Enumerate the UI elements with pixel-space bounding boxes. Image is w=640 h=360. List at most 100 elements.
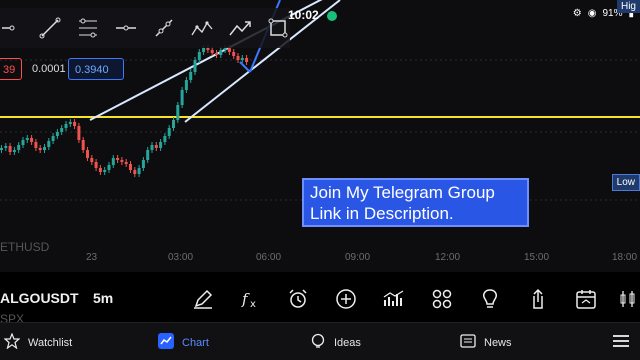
candle-body — [210, 50, 214, 53]
candle-body — [86, 150, 89, 158]
alert-clock-icon[interactable] — [285, 286, 311, 312]
elliott-wave-tool-icon[interactable] — [190, 15, 214, 41]
candle-body — [163, 136, 167, 142]
candle-body — [77, 126, 81, 140]
wifi-icon: ◉ — [587, 8, 597, 19]
candle-body — [193, 60, 197, 72]
time-axis: 23 03:00 06:00 09:00 12:00 15:00 18:00 — [0, 252, 640, 268]
calendar-replay-icon[interactable] — [573, 286, 599, 312]
news-icon — [460, 333, 476, 352]
candle-body — [21, 140, 25, 145]
symbol-name[interactable]: ALGOUSDT — [0, 290, 79, 306]
candle-body — [4, 146, 8, 148]
candle-body — [60, 128, 64, 132]
drawing-tools-icon[interactable] — [190, 286, 216, 312]
trend-line-tool-icon[interactable] — [38, 15, 62, 41]
candle-body — [215, 53, 218, 55]
candle-body — [8, 146, 12, 152]
rectangle-tool-icon[interactable] — [266, 15, 290, 41]
candle-body — [64, 124, 68, 128]
ideas-bulb-icon — [310, 333, 326, 352]
candles-settings-icon[interactable] — [616, 286, 640, 312]
interval-selector[interactable]: 5m — [93, 290, 113, 306]
candle-body — [150, 145, 154, 150]
add-plus-icon[interactable] — [333, 286, 359, 312]
status-clock: 10:02 — [288, 8, 319, 22]
svg-text:x: x — [250, 299, 256, 310]
pattern-line — [239, 61, 251, 73]
promo-line-1: Join My Telegram Group — [310, 183, 495, 202]
candle-body — [172, 120, 175, 128]
chart-area[interactable]: 10:02 ⚙ ◉ 91% ▮ 39 0.0001 0.3940 Hig Low… — [0, 0, 640, 272]
candle-body — [103, 170, 107, 172]
chart-type-icon[interactable] — [381, 286, 407, 312]
menu-button[interactable] — [612, 333, 630, 352]
svg-text:f: f — [241, 290, 250, 308]
price-label-blue[interactable]: 0.3940 — [68, 58, 124, 80]
time-tick: 09:00 — [345, 252, 371, 263]
candle-body — [111, 158, 115, 165]
candle-body — [90, 158, 94, 162]
candle-body — [146, 150, 150, 160]
time-tick: 15:00 — [524, 252, 550, 263]
candle-body — [55, 132, 59, 136]
candle-body — [133, 170, 137, 174]
cursor-tool-icon[interactable] — [0, 15, 24, 41]
fib-retracement-tool-icon[interactable] — [76, 15, 100, 41]
candle-body — [73, 122, 77, 126]
indicators-fx-icon[interactable]: fx — [237, 286, 263, 312]
price-label-red: 39 — [0, 58, 23, 80]
candle-body — [167, 128, 171, 136]
settings-icon: ⚙ — [572, 8, 582, 19]
candle-body — [206, 48, 210, 50]
candle-body — [120, 160, 124, 162]
candle-body — [12, 150, 16, 152]
time-tick: 18:00 — [612, 252, 638, 263]
nav-ideas[interactable]: Ideas — [310, 333, 361, 352]
time-tick: 23 — [86, 252, 98, 263]
nav-news[interactable]: News — [460, 333, 512, 352]
ray-tool-icon[interactable] — [152, 15, 176, 41]
candle-body — [107, 165, 111, 170]
candle-body — [240, 58, 244, 60]
candle-body — [232, 52, 236, 56]
candle-body — [17, 145, 21, 150]
path-tool-icon[interactable] — [228, 15, 252, 41]
candle-body — [38, 148, 42, 150]
candle-body — [51, 136, 55, 141]
nav-chart[interactable]: Chart — [158, 333, 209, 352]
candle-body — [219, 50, 223, 55]
drawing-toolbar — [0, 8, 290, 48]
candle-body — [176, 105, 180, 120]
candle-body — [236, 56, 240, 60]
lightbulb-icon[interactable] — [477, 286, 503, 312]
candle-body — [223, 48, 227, 50]
candle-body — [34, 142, 38, 148]
chart-bottom-toolbar: ALGOUSDT 5m SPX fx — [0, 280, 640, 326]
price-label-spread: 0.0001 — [32, 63, 66, 75]
layout-grid-icon[interactable] — [429, 286, 455, 312]
horizontal-line-tool-icon[interactable] — [114, 15, 138, 41]
share-icon[interactable] — [525, 286, 551, 312]
candle-body — [116, 158, 120, 160]
candle-body — [124, 162, 128, 164]
hamburger-menu-icon — [612, 333, 630, 352]
candle-body — [43, 147, 46, 150]
nav-ideas-label: Ideas — [334, 336, 361, 349]
candle-body — [0, 148, 3, 150]
candle-body — [245, 58, 249, 62]
candle-body — [141, 160, 145, 168]
candle-body — [197, 52, 201, 60]
candle-body — [154, 145, 158, 148]
candle-body — [159, 142, 163, 148]
candle-body — [94, 162, 98, 168]
nav-watchlist[interactable]: Watchlist — [3, 332, 72, 352]
candle-body — [30, 138, 34, 142]
candle-body — [180, 90, 184, 105]
candle-body — [184, 80, 188, 90]
candle-body — [47, 141, 51, 147]
candle-body — [137, 168, 141, 174]
time-tick: 03:00 — [168, 252, 194, 263]
candle-body — [189, 72, 193, 80]
candle-body — [81, 140, 85, 150]
